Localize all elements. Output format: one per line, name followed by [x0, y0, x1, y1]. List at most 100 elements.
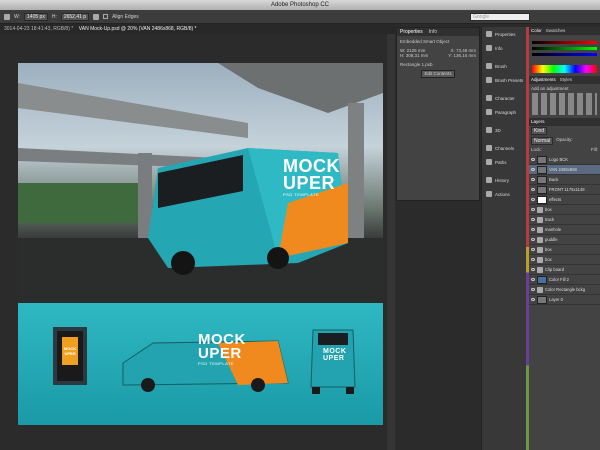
- layers-mode-row: Normal Opacity:: [529, 136, 600, 146]
- layer-row[interactable]: box: [529, 205, 600, 215]
- layer-thumbnail: [537, 185, 547, 194]
- panel-actions[interactable]: Actions: [482, 187, 526, 201]
- panel-paths[interactable]: Paths: [482, 155, 526, 169]
- paths-icon: [486, 159, 492, 165]
- panel-info[interactable]: Info: [482, 41, 526, 55]
- smart-object-file: Rectangle 1.psb: [400, 62, 433, 67]
- actions-icon: [486, 191, 492, 197]
- w-label: W:: [14, 13, 21, 20]
- folder-icon: [537, 256, 543, 263]
- layer-row[interactable]: box: [529, 255, 600, 265]
- eye-icon[interactable]: [531, 248, 535, 251]
- layers-tabs: Layers: [529, 118, 600, 126]
- lock-label: Lock:: [531, 147, 542, 152]
- panel-channels[interactable]: Channels: [482, 141, 526, 155]
- folder-icon: [537, 246, 543, 253]
- tab-properties[interactable]: Properties: [400, 28, 423, 36]
- panel-brush-presets[interactable]: Brush Presets: [482, 73, 526, 87]
- van-rear-line2: UPER: [323, 355, 345, 362]
- color-spectrum[interactable]: [532, 65, 597, 73]
- options-bar: W: 1405 px H: 2652,41 p Align Edges Goog…: [0, 10, 600, 24]
- layer-row[interactable]: Color Rectangle bckg: [529, 285, 600, 295]
- eye-icon[interactable]: [531, 268, 535, 271]
- folder-icon: [537, 216, 543, 223]
- tab-previous[interactable]: 3014-04-23 18:41:43, RGB/8) *: [4, 26, 73, 32]
- tab-active-document[interactable]: VAN Mock-Up.psd @ 20% (VAN 2486x868, RGB…: [79, 26, 197, 32]
- eye-icon[interactable]: [531, 228, 535, 231]
- template-panel: MOCK UPER MOCK UPER PSD TEMPLATE MOCK UP…: [18, 303, 383, 425]
- tab-adjustments[interactable]: Adjustments: [531, 76, 556, 84]
- eye-icon[interactable]: [531, 278, 535, 281]
- tab-info[interactable]: Info: [429, 28, 437, 36]
- tab-styles[interactable]: Styles: [560, 76, 572, 84]
- search-field[interactable]: Google: [470, 12, 530, 21]
- panel-paragraph[interactable]: Paragraph: [482, 105, 526, 119]
- prop-h[interactable]: H: 308,31 mm: [400, 53, 428, 58]
- layer-row[interactable]: Color Fill 2: [529, 275, 600, 285]
- panel-properties[interactable]: Properties: [482, 27, 526, 41]
- layers-lock-row: Lock: Fill:: [529, 146, 600, 153]
- eye-icon[interactable]: [531, 178, 535, 181]
- prop-y[interactable]: Y: 136,16 mm: [448, 53, 476, 58]
- app-titlebar: Adobe Photoshop CC: [0, 0, 600, 10]
- edit-contents-button[interactable]: Edit Contents: [421, 70, 455, 78]
- canvas-scrollbar[interactable]: [387, 34, 395, 450]
- tab-swatches[interactable]: Swatches: [546, 27, 566, 35]
- layer-row[interactable]: Layer 0: [529, 295, 600, 305]
- layer-thumbnail: [537, 175, 547, 184]
- eye-icon[interactable]: [531, 298, 535, 301]
- eye-icon[interactable]: [531, 158, 535, 161]
- layer-kind-filter[interactable]: Kind: [531, 127, 548, 135]
- folder-icon: [537, 266, 543, 273]
- w-field[interactable]: 1405 px: [24, 12, 48, 21]
- color-sliders[interactable]: [529, 35, 600, 65]
- eye-icon[interactable]: [531, 198, 535, 201]
- properties-icon: [486, 31, 492, 37]
- right-panels: Color Swatches Adjustments Styles Add an…: [529, 27, 600, 450]
- channels-icon: [486, 145, 492, 151]
- layer-row[interactable]: box: [529, 245, 600, 255]
- layer-row[interactable]: Logo BCK: [529, 155, 600, 165]
- eye-icon[interactable]: [531, 168, 535, 171]
- smart-object-label: Embedded Smart Object: [400, 39, 450, 44]
- layer-row[interactable]: manhole: [529, 225, 600, 235]
- eye-icon[interactable]: [531, 238, 535, 241]
- layer-row[interactable]: Back: [529, 175, 600, 185]
- street-photo: MOCK UPER PSD TEMPLATE: [18, 63, 383, 303]
- layer-row[interactable]: Clip board: [529, 265, 600, 275]
- blend-mode-select[interactable]: Normal: [531, 137, 554, 145]
- brush-icon: [486, 63, 492, 69]
- mockup-line2: UPER: [283, 173, 336, 193]
- character-icon: [486, 95, 492, 101]
- layer-row[interactable]: effects: [529, 195, 600, 205]
- gear-icon[interactable]: [93, 13, 100, 20]
- layer-row[interactable]: track: [529, 215, 600, 225]
- layer-row[interactable]: puddle: [529, 235, 600, 245]
- panel-history[interactable]: History: [482, 173, 526, 187]
- panel-3d[interactable]: 3D: [482, 123, 526, 137]
- folder-icon: [537, 236, 543, 243]
- tool-icon[interactable]: [4, 13, 10, 20]
- h-field[interactable]: 2652,41 p: [60, 12, 90, 21]
- eye-icon[interactable]: [531, 218, 535, 221]
- add-adjustment-label: Add an adjustment: [531, 86, 569, 91]
- tab-color[interactable]: Color: [531, 27, 542, 35]
- eye-icon[interactable]: [531, 258, 535, 261]
- h-label: H:: [51, 13, 57, 20]
- layers-filter-row: Kind: [529, 126, 600, 136]
- eye-icon[interactable]: [531, 288, 535, 291]
- panel-brush[interactable]: Brush: [482, 59, 526, 73]
- align-edges-checkbox[interactable]: [103, 14, 109, 19]
- panel-character[interactable]: Character: [482, 91, 526, 105]
- tab-layers[interactable]: Layers: [531, 118, 545, 126]
- document-tabs: 3014-04-23 18:41:43, RGB/8) * VAN Mock-U…: [0, 24, 395, 34]
- adjustment-icons[interactable]: [532, 93, 597, 115]
- layer-row[interactable]: VAN 2486x868: [529, 165, 600, 175]
- layer-row[interactable]: FRONT 1175x1148: [529, 185, 600, 195]
- folder-icon: [537, 206, 543, 213]
- billboard-preview: MOCK UPER: [53, 327, 87, 385]
- eye-icon[interactable]: [531, 188, 535, 191]
- paragraph-icon: [486, 109, 492, 115]
- eye-icon[interactable]: [531, 208, 535, 211]
- document-canvas[interactable]: MOCK UPER PSD TEMPLATE MOCK UPER MOCK UP…: [18, 63, 383, 425]
